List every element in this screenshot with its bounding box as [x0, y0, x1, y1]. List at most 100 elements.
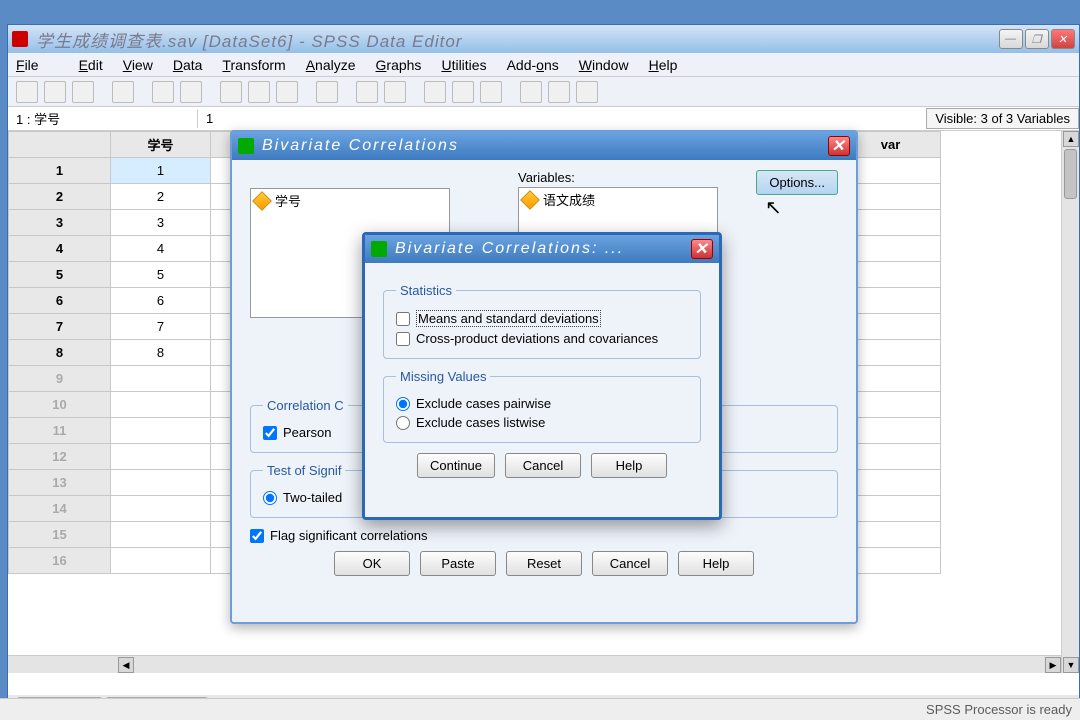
options-dialog-titlebar[interactable]: Bivariate Correlations: ... ✕: [365, 235, 719, 263]
cell[interactable]: 2: [111, 184, 211, 210]
flag-significant-checkbox[interactable]: Flag significant correlations: [250, 528, 838, 543]
find-icon[interactable]: [316, 81, 338, 103]
undo-icon[interactable]: [152, 81, 174, 103]
row-header[interactable]: 2: [9, 184, 111, 210]
horizontal-scrollbar[interactable]: ◀ ▶: [8, 655, 1061, 673]
row-header[interactable]: 6: [9, 288, 111, 314]
redo-icon[interactable]: [180, 81, 202, 103]
row-header[interactable]: 8: [9, 340, 111, 366]
status-text: SPSS Processor is ready: [926, 702, 1072, 717]
scroll-left-icon[interactable]: ◀: [118, 657, 134, 673]
menu-analyze[interactable]: Analyze: [306, 57, 356, 73]
statistics-group: Statistics Means and standard deviations…: [383, 283, 701, 359]
maximize-button[interactable]: ❐: [1025, 29, 1049, 49]
cell-value[interactable]: 1: [198, 111, 926, 126]
help-button[interactable]: Help: [678, 551, 754, 576]
menu-edit[interactable]: Edit: [79, 57, 103, 73]
scroll-down-icon[interactable]: ▼: [1063, 657, 1079, 673]
cancel-button[interactable]: Cancel: [592, 551, 668, 576]
dialog-titlebar[interactable]: Bivariate Correlations ✕: [232, 132, 856, 160]
pearson-check[interactable]: [263, 426, 277, 440]
continue-button[interactable]: Continue: [417, 453, 495, 478]
options-cancel-button[interactable]: Cancel: [505, 453, 581, 478]
options-dialog: Bivariate Correlations: ... ✕ Statistics…: [362, 232, 722, 520]
insert-var-icon[interactable]: [384, 81, 406, 103]
row-header[interactable]: 10: [9, 392, 111, 418]
show-all-icon[interactable]: [576, 81, 598, 103]
cell[interactable]: 3: [111, 210, 211, 236]
row-header[interactable]: 13: [9, 470, 111, 496]
row-header[interactable]: 12: [9, 444, 111, 470]
exclude-pairwise-radio[interactable]: Exclude cases pairwise: [396, 396, 688, 411]
cell[interactable]: 4: [111, 236, 211, 262]
value-labels-icon[interactable]: [520, 81, 542, 103]
options-close-button[interactable]: ✕: [691, 239, 713, 259]
row-header[interactable]: 1: [9, 158, 111, 184]
ok-button[interactable]: OK: [334, 551, 410, 576]
target-variables-list[interactable]: 语文成绩: [518, 187, 718, 237]
variable-item[interactable]: 语文成绩: [519, 188, 717, 211]
exclude-listwise-radio[interactable]: Exclude cases listwise: [396, 415, 688, 430]
menu-help[interactable]: Help: [649, 57, 678, 73]
menu-view[interactable]: View: [123, 57, 153, 73]
two-tailed-input[interactable]: [263, 491, 277, 505]
scroll-thumb[interactable]: [1064, 149, 1077, 199]
menu-utilities[interactable]: Utilities: [441, 57, 486, 73]
paste-button[interactable]: Paste: [420, 551, 496, 576]
select-icon[interactable]: [480, 81, 502, 103]
row-header[interactable]: 15: [9, 522, 111, 548]
print-icon[interactable]: [72, 81, 94, 103]
options-help-button[interactable]: Help: [591, 453, 667, 478]
variables-icon[interactable]: [276, 81, 298, 103]
menu-graphs[interactable]: Graphs: [376, 57, 422, 73]
dialog-close-button[interactable]: ✕: [828, 136, 850, 156]
minimize-button[interactable]: —: [999, 29, 1023, 49]
row-header[interactable]: 3: [9, 210, 111, 236]
options-dialog-title: Bivariate Correlations: ...: [395, 240, 624, 258]
row-header[interactable]: 7: [9, 314, 111, 340]
goto-case-icon[interactable]: [220, 81, 242, 103]
cell[interactable]: 1: [111, 158, 211, 184]
menu-file[interactable]: File: [16, 57, 59, 73]
cell[interactable]: 5: [111, 262, 211, 288]
close-button[interactable]: ✕: [1051, 29, 1075, 49]
cross-product-checkbox[interactable]: Cross-product deviations and covariances: [396, 331, 688, 346]
menu-addons[interactable]: Add-ons: [507, 57, 559, 73]
menu-data[interactable]: Data: [173, 57, 203, 73]
row-header[interactable]: 9: [9, 366, 111, 392]
goto-var-icon[interactable]: [248, 81, 270, 103]
row-header[interactable]: 4: [9, 236, 111, 262]
open-icon[interactable]: [16, 81, 38, 103]
cell[interactable]: 7: [111, 314, 211, 340]
cell[interactable]: 8: [111, 340, 211, 366]
save-icon[interactable]: [44, 81, 66, 103]
row-header[interactable]: 11: [9, 418, 111, 444]
insert-case-icon[interactable]: [356, 81, 378, 103]
scroll-up-icon[interactable]: ▲: [1063, 131, 1079, 147]
cell[interactable]: 6: [111, 288, 211, 314]
menu-transform[interactable]: Transform: [222, 57, 285, 73]
means-check[interactable]: [396, 312, 410, 326]
row-header[interactable]: 5: [9, 262, 111, 288]
menu-window[interactable]: Window: [579, 57, 629, 73]
flag-check[interactable]: [250, 529, 264, 543]
weight-icon[interactable]: [452, 81, 474, 103]
visible-variables-info: Visible: 3 of 3 Variables: [926, 108, 1079, 129]
row-header[interactable]: 14: [9, 496, 111, 522]
vertical-scrollbar[interactable]: ▲ ▼: [1061, 131, 1079, 673]
missing-values-group: Missing Values Exclude cases pairwise Ex…: [383, 369, 701, 443]
means-sd-checkbox[interactable]: Means and standard deviations: [396, 310, 688, 327]
options-button[interactable]: Options...: [756, 170, 838, 195]
dialog-recall-icon[interactable]: [112, 81, 134, 103]
sets-icon[interactable]: [548, 81, 570, 103]
row-header[interactable]: 16: [9, 548, 111, 574]
pairwise-input[interactable]: [396, 397, 410, 411]
titlebar: 学生成绩调查表.sav [DataSet6] - SPSS Data Edito…: [8, 25, 1079, 53]
variable-item[interactable]: 学号: [251, 189, 449, 212]
split-icon[interactable]: [424, 81, 446, 103]
column-header-1[interactable]: 学号: [111, 132, 211, 158]
cross-check[interactable]: [396, 332, 410, 346]
reset-button[interactable]: Reset: [506, 551, 582, 576]
listwise-input[interactable]: [396, 416, 410, 430]
scroll-right-icon[interactable]: ▶: [1045, 657, 1061, 673]
